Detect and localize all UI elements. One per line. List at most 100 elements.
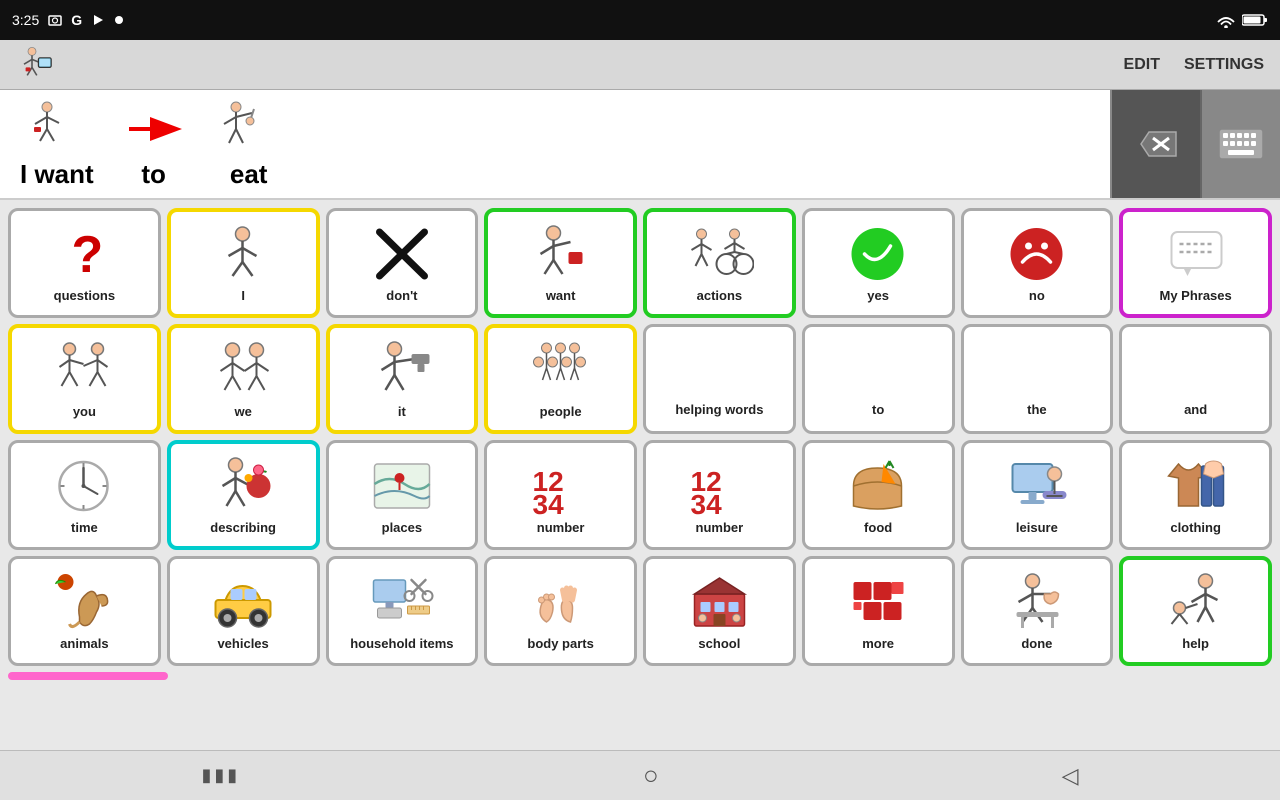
describing-icon bbox=[208, 456, 278, 516]
cell-more[interactable]: more bbox=[802, 556, 955, 666]
g-icon: G bbox=[71, 12, 82, 28]
you-icon bbox=[49, 340, 119, 400]
nav-home[interactable]: ○ bbox=[643, 760, 659, 791]
cell-you[interactable]: you bbox=[8, 324, 161, 434]
nav-back[interactable]: ◁ bbox=[1062, 763, 1079, 789]
cell-people[interactable]: people bbox=[484, 324, 637, 434]
cell-to[interactable]: to bbox=[802, 324, 955, 434]
cell-label-myphrases: My Phrases bbox=[1159, 288, 1231, 303]
grid-container: ? questions I don't bbox=[0, 200, 1280, 750]
people-icon bbox=[526, 340, 596, 400]
toolbar-right[interactable]: EDIT SETTINGS bbox=[1124, 56, 1264, 74]
cell-places[interactable]: places bbox=[326, 440, 479, 550]
dont-icon bbox=[367, 224, 437, 284]
sentence-word-to: to bbox=[124, 99, 184, 190]
cell-bodyparts[interactable]: body parts bbox=[484, 556, 637, 666]
cell-help[interactable]: help bbox=[1119, 556, 1272, 666]
cell-label-questions: questions bbox=[54, 288, 115, 303]
cell-number2[interactable]: 12 34 number bbox=[643, 440, 796, 550]
bottom-nav: ▮▮▮ ○ ◁ bbox=[0, 750, 1280, 800]
number1-icon: 12 34 bbox=[526, 456, 596, 516]
cell-leisure[interactable]: leisure bbox=[961, 440, 1114, 550]
cell-questions[interactable]: ? questions bbox=[8, 208, 161, 318]
cell-label-want: want bbox=[546, 288, 576, 303]
cell-label-actions: actions bbox=[697, 288, 743, 303]
cell-clothing[interactable]: clothing bbox=[1119, 440, 1272, 550]
cell-label-more: more bbox=[862, 636, 894, 651]
time-icon bbox=[49, 456, 119, 516]
sentence-text-iwant: I want bbox=[20, 159, 94, 190]
partial-row bbox=[8, 672, 1272, 680]
cell-label-people: people bbox=[540, 404, 582, 419]
cell-describing[interactable]: describing bbox=[167, 440, 320, 550]
status-time: 3:25 bbox=[12, 12, 39, 28]
school-icon bbox=[684, 572, 754, 632]
cell-yes[interactable]: yes bbox=[802, 208, 955, 318]
cell-school[interactable]: school bbox=[643, 556, 796, 666]
cell-label-householditems: household items bbox=[350, 636, 453, 651]
myphrases-icon bbox=[1161, 224, 1231, 284]
cell-label-helpingwords: helping words bbox=[675, 402, 763, 417]
settings-button[interactable]: SETTINGS bbox=[1184, 56, 1264, 74]
partial-indicator bbox=[8, 672, 168, 680]
i-icon bbox=[208, 224, 278, 284]
cell-the[interactable]: the bbox=[961, 324, 1114, 434]
cell-time[interactable]: time bbox=[8, 440, 161, 550]
cell-dont[interactable]: don't bbox=[326, 208, 479, 318]
cell-label-school: school bbox=[698, 636, 740, 651]
cell-label-animals: animals bbox=[60, 636, 108, 651]
svg-text:34: 34 bbox=[691, 489, 723, 516]
cell-householditems[interactable]: household items bbox=[326, 556, 479, 666]
cell-and[interactable]: and bbox=[1119, 324, 1272, 434]
keyboard-button[interactable] bbox=[1200, 90, 1280, 198]
we-icon bbox=[208, 340, 278, 400]
screenshot-icon bbox=[47, 12, 63, 28]
cell-label-to: to bbox=[872, 402, 884, 417]
sentence-icon-arrow bbox=[124, 99, 184, 159]
grid: ? questions I don't bbox=[8, 208, 1272, 666]
clothing-icon bbox=[1161, 456, 1231, 516]
cell-i[interactable]: I bbox=[167, 208, 320, 318]
places-icon bbox=[367, 456, 437, 516]
done-icon bbox=[1002, 572, 1072, 632]
cell-label-we: we bbox=[234, 404, 251, 419]
backspace-button[interactable] bbox=[1110, 90, 1200, 198]
cell-label-yes: yes bbox=[867, 288, 889, 303]
cell-food[interactable]: food bbox=[802, 440, 955, 550]
cell-number1[interactable]: 12 34 number bbox=[484, 440, 637, 550]
status-bar: 3:25 G bbox=[0, 0, 1280, 40]
svg-text:?: ? bbox=[72, 226, 104, 284]
sentence-bar: I want to eat bbox=[0, 90, 1280, 200]
more-icon bbox=[843, 572, 913, 632]
householditems-icon bbox=[367, 572, 437, 632]
cell-we[interactable]: we bbox=[167, 324, 320, 434]
play-icon bbox=[90, 12, 106, 28]
sentence-controls bbox=[1110, 90, 1280, 198]
backspace-icon bbox=[1131, 124, 1181, 164]
help-icon bbox=[1161, 572, 1231, 632]
yes-icon bbox=[843, 224, 913, 284]
edit-button[interactable]: EDIT bbox=[1124, 56, 1160, 74]
sentence-text-eat: eat bbox=[230, 159, 268, 190]
cell-it[interactable]: it bbox=[326, 324, 479, 434]
bodyparts-icon bbox=[526, 572, 596, 632]
cell-vehicles[interactable]: vehicles bbox=[167, 556, 320, 666]
cell-want[interactable]: want bbox=[484, 208, 637, 318]
number2-icon: 12 34 bbox=[684, 456, 754, 516]
status-left: 3:25 G bbox=[12, 12, 124, 28]
actions-icon bbox=[684, 224, 754, 284]
toolbar-left bbox=[16, 45, 56, 85]
cell-actions[interactable]: actions bbox=[643, 208, 796, 318]
cell-label-time: time bbox=[71, 520, 98, 535]
cell-myphrases[interactable]: My Phrases bbox=[1119, 208, 1272, 318]
questions-icon: ? bbox=[49, 224, 119, 284]
cell-done[interactable]: done bbox=[961, 556, 1114, 666]
cell-animals[interactable]: animals bbox=[8, 556, 161, 666]
cell-no[interactable]: no bbox=[961, 208, 1114, 318]
cell-label-bodyparts: body parts bbox=[527, 636, 593, 651]
nav-recent[interactable]: ▮▮▮ bbox=[201, 765, 240, 786]
keyboard-icon bbox=[1216, 124, 1266, 164]
cell-label-i: I bbox=[241, 288, 245, 303]
dot-icon bbox=[114, 15, 124, 25]
cell-helpingwords[interactable]: helping words bbox=[643, 324, 796, 434]
